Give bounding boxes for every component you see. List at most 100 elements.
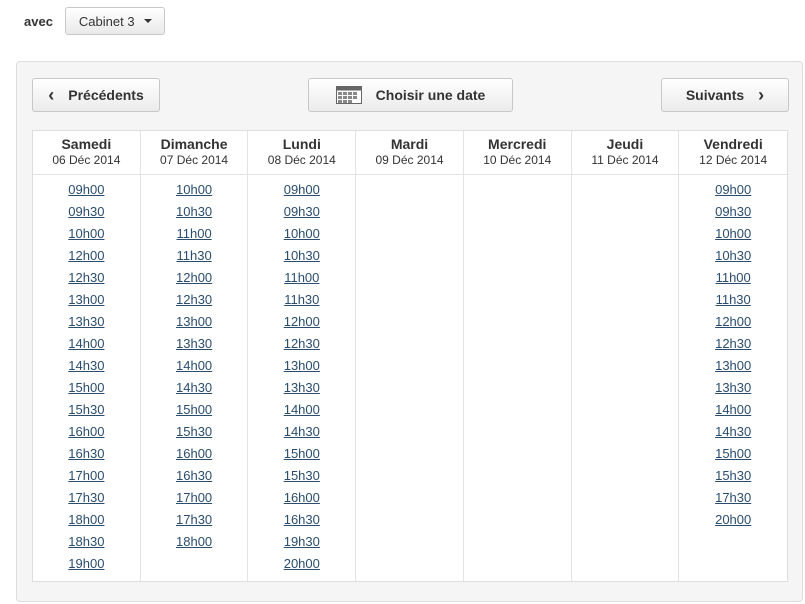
cabinet-dropdown[interactable]: Cabinet 3 — [64, 7, 165, 35]
day-date: 11 Déc 2014 — [591, 153, 659, 167]
choose-date-button[interactable]: Choisir une date — [308, 78, 513, 112]
caret-down-icon — [143, 19, 152, 23]
time-slot-link[interactable]: 09h30 — [33, 201, 140, 223]
time-slot-link[interactable]: 13h00 — [33, 289, 140, 311]
time-slot-link[interactable]: 13h30 — [679, 377, 787, 399]
time-slot-link[interactable]: 14h00 — [679, 399, 787, 421]
time-slot-link[interactable]: 10h00 — [248, 223, 355, 245]
time-slot-link[interactable]: 10h00 — [141, 179, 248, 201]
time-slot-link[interactable]: 16h00 — [33, 421, 140, 443]
time-slot-link[interactable]: 20h00 — [248, 553, 355, 575]
time-slot-link[interactable]: 09h30 — [248, 201, 355, 223]
day-column: Mercredi 10 Déc 2014 — [463, 131, 572, 581]
time-slot-link[interactable]: 15h30 — [33, 399, 140, 421]
time-slot-link[interactable]: 09h00 — [33, 179, 140, 201]
time-slot-link[interactable]: 13h00 — [248, 355, 355, 377]
time-slot-link[interactable]: 14h00 — [141, 355, 248, 377]
time-slot-link[interactable]: 12h00 — [248, 311, 355, 333]
time-slot-link[interactable]: 15h00 — [141, 399, 248, 421]
time-slot-link[interactable]: 14h30 — [679, 421, 787, 443]
time-slot-link[interactable]: 11h00 — [141, 223, 248, 245]
time-slot-link[interactable]: 12h00 — [33, 245, 140, 267]
time-slot-link[interactable]: 15h00 — [679, 443, 787, 465]
time-slot-link[interactable]: 11h30 — [248, 289, 355, 311]
time-slot-link[interactable]: 17h30 — [141, 509, 248, 531]
time-slot-link[interactable]: 12h00 — [141, 267, 248, 289]
day-column: Samedi 06 Déc 2014 09h00 09h30 10h00 12h00 12h… — [33, 131, 141, 581]
chevron-left-icon: ‹ — [48, 85, 55, 105]
availability-calendar: Samedi 06 Déc 2014 09h00 09h30 10h00 12h00 12h… — [32, 130, 788, 582]
time-slot-link[interactable]: 17h00 — [141, 487, 248, 509]
time-slot-link[interactable]: 10h30 — [248, 245, 355, 267]
time-slot-link[interactable]: 15h30 — [679, 465, 787, 487]
time-slot-link[interactable]: 15h00 — [248, 443, 355, 465]
day-header: Dimanche 07 Déc 2014 — [140, 131, 248, 175]
time-slot-link[interactable]: 18h30 — [33, 531, 140, 553]
time-slot-link[interactable]: 16h30 — [33, 443, 140, 465]
day-column: Mardi 09 Déc 2014 — [356, 131, 464, 581]
day-name: Mardi — [390, 136, 429, 152]
day-header: Lundi 08 Déc 2014 — [248, 131, 356, 175]
time-slot-link[interactable]: 12h30 — [33, 267, 140, 289]
time-slot-link[interactable]: 15h30 — [141, 421, 248, 443]
time-slot-link[interactable]: 14h30 — [141, 377, 248, 399]
day-column: Lundi 08 Déc 2014 09h00 09h30 10h00 10h30 11h0… — [248, 131, 357, 581]
time-slot-link[interactable]: 14h30 — [33, 355, 140, 377]
time-slot-list — [464, 175, 571, 179]
time-slot-link[interactable]: 10h30 — [141, 201, 248, 223]
time-slot-link[interactable]: 11h00 — [248, 267, 355, 289]
time-slot-link[interactable]: 19h00 — [33, 553, 140, 575]
time-slot-link[interactable]: 14h00 — [248, 399, 355, 421]
day-date: 08 Déc 2014 — [267, 153, 336, 167]
time-slot-link[interactable]: 14h00 — [33, 333, 140, 355]
day-name: Vendredi — [703, 136, 763, 152]
time-slot-link[interactable]: 15h00 — [33, 377, 140, 399]
time-slot-link[interactable]: 10h00 — [679, 223, 787, 245]
time-slot-link[interactable]: 16h00 — [141, 443, 248, 465]
time-slot-link[interactable]: 17h00 — [33, 465, 140, 487]
time-slot-list — [356, 175, 463, 179]
previous-button-label: Précédents — [68, 87, 144, 103]
time-slot-link[interactable]: 10h00 — [33, 223, 140, 245]
time-slot-link[interactable]: 17h30 — [679, 487, 787, 509]
time-slot-link[interactable]: 16h30 — [141, 465, 248, 487]
time-slot-link[interactable]: 12h00 — [679, 311, 787, 333]
time-slot-link[interactable]: 14h30 — [248, 421, 355, 443]
day-column: Jeudi 11 Déc 2014 — [571, 131, 680, 581]
time-slot-list: 09h00 09h30 10h00 12h00 12h30 13h00 13h30 14h00… — [33, 175, 140, 575]
day-header: Mercredi 10 Déc 2014 — [463, 131, 571, 175]
time-slot-link[interactable]: 13h00 — [679, 355, 787, 377]
previous-button[interactable]: ‹ Précédents — [32, 78, 160, 112]
time-slot-link[interactable]: 12h30 — [679, 333, 787, 355]
day-name: Mercredi — [488, 136, 547, 152]
time-slot-link[interactable]: 09h00 — [679, 179, 787, 201]
time-slot-list: 09h00 09h30 10h00 10h30 11h00 11h30 12h00 12h30… — [248, 175, 355, 575]
time-slot-link[interactable]: 13h30 — [33, 311, 140, 333]
time-slot-link[interactable]: 16h00 — [248, 487, 355, 509]
time-slot-link[interactable]: 11h00 — [679, 267, 787, 289]
avec-label: avec — [24, 13, 53, 29]
time-slot-link[interactable]: 11h30 — [679, 289, 787, 311]
day-header: Vendredi 12 Déc 2014 — [679, 131, 788, 175]
time-slot-link[interactable]: 09h30 — [679, 201, 787, 223]
time-slot-link[interactable]: 11h30 — [141, 245, 248, 267]
time-slot-link[interactable]: 18h00 — [33, 509, 140, 531]
time-slot-link[interactable]: 15h30 — [248, 465, 355, 487]
time-slot-link[interactable]: 18h00 — [141, 531, 248, 553]
time-slot-link[interactable]: 13h30 — [141, 333, 248, 355]
time-slot-link[interactable]: 13h30 — [248, 377, 355, 399]
day-column: Vendredi 12 Déc 2014 09h00 09h30 10h00 10h30 1… — [679, 131, 788, 581]
day-header: Jeudi 11 Déc 2014 — [571, 131, 679, 175]
time-slot-link[interactable]: 12h30 — [141, 289, 248, 311]
time-slot-link[interactable]: 19h30 — [248, 531, 355, 553]
time-slot-link[interactable]: 10h30 — [679, 245, 787, 267]
time-slot-link[interactable]: 12h30 — [248, 333, 355, 355]
day-header: Samedi 06 Déc 2014 — [33, 131, 140, 175]
time-slot-link[interactable]: 17h30 — [33, 487, 140, 509]
time-slot-link[interactable]: 20h00 — [679, 509, 787, 531]
next-button[interactable]: Suivants › — [661, 78, 789, 112]
time-slot-link[interactable]: 13h00 — [141, 311, 248, 333]
time-slot-link[interactable]: 09h00 — [248, 179, 355, 201]
time-slot-link[interactable]: 16h30 — [248, 509, 355, 531]
cabinet-filter: avec Cabinet 3 — [24, 6, 165, 36]
